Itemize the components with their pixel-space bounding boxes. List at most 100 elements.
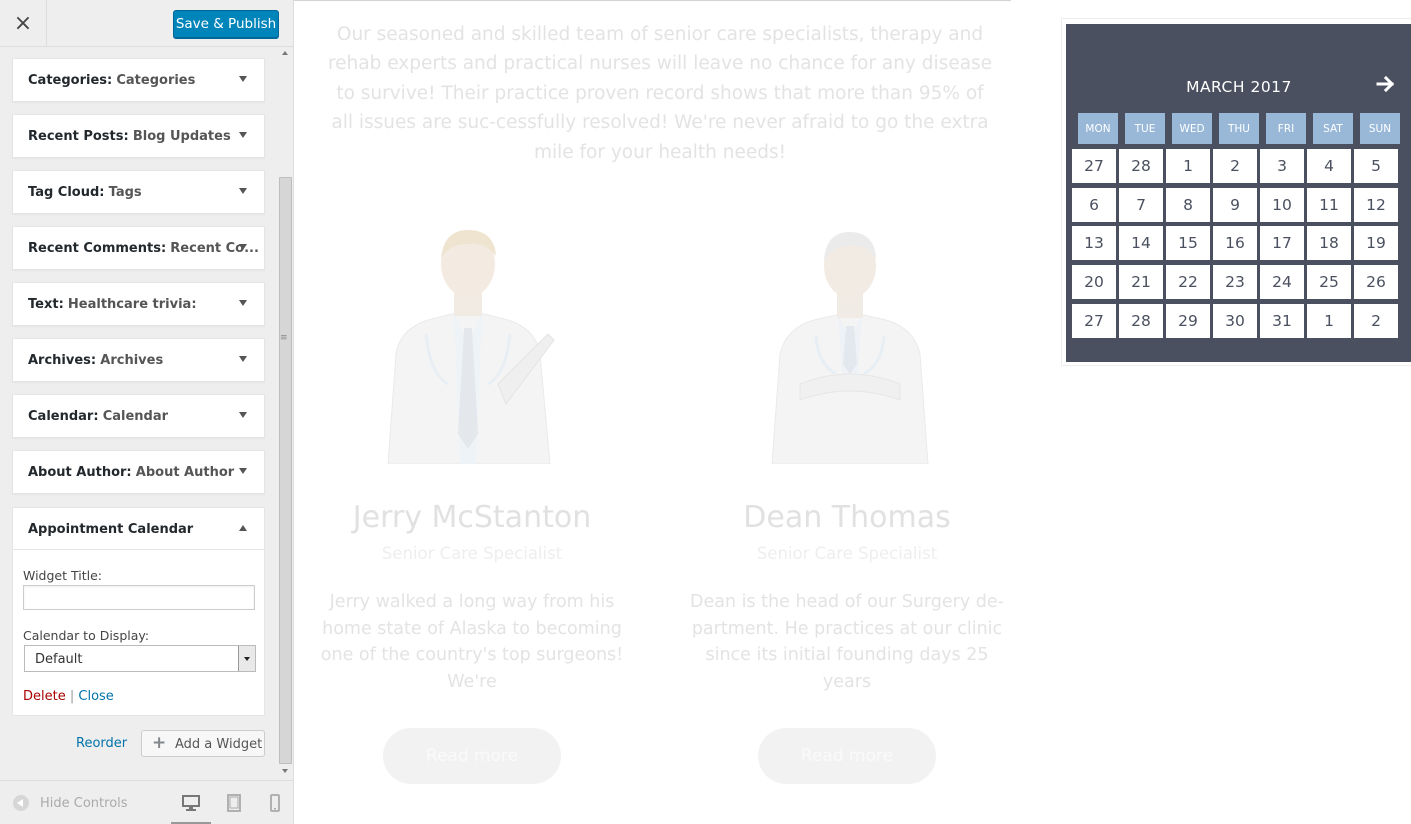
calendar-day[interactable]: 27 xyxy=(1072,149,1116,183)
collapse-arrow-icon[interactable] xyxy=(239,525,247,531)
expand-arrow-icon[interactable] xyxy=(239,356,247,362)
widget-title: Calendar: Calendar xyxy=(28,409,169,424)
widget-header[interactable]: Appointment Calendar xyxy=(13,508,264,550)
mobile-icon[interactable] xyxy=(265,793,285,813)
reorder-link[interactable]: Reorder xyxy=(76,736,127,751)
calendar-day[interactable]: 22 xyxy=(1166,265,1210,299)
close-link[interactable]: Close xyxy=(78,689,113,704)
desktop-icon[interactable] xyxy=(181,793,201,813)
calendar-day[interactable]: 19 xyxy=(1354,226,1398,260)
plus-icon: + xyxy=(152,733,167,753)
scroll-grip-icon: ≡ xyxy=(280,333,288,343)
scroll-thumb[interactable] xyxy=(279,177,292,764)
calendar-day[interactable]: 27 xyxy=(1072,304,1116,338)
calendar-day[interactable]: 3 xyxy=(1260,149,1304,183)
calendar-day[interactable]: 10 xyxy=(1260,188,1304,222)
expand-arrow-icon[interactable] xyxy=(239,244,247,250)
widget-instance-title: Categories xyxy=(116,73,196,88)
read-more-button[interactable]: Read more xyxy=(383,728,561,784)
calendar-day[interactable]: 25 xyxy=(1307,265,1351,299)
widget-instance-title: Blog Updates xyxy=(132,129,231,144)
calendar-day[interactable]: 12 xyxy=(1354,188,1398,222)
widget-tag-cloud[interactable]: Tag Cloud: Tags xyxy=(12,170,265,214)
calendar-day[interactable]: 15 xyxy=(1166,226,1210,260)
calendar-day[interactable]: 1 xyxy=(1166,149,1210,183)
calendar-day[interactable]: 24 xyxy=(1260,265,1304,299)
weekday-label: WED xyxy=(1172,113,1212,144)
calendar-day[interactable]: 30 xyxy=(1213,304,1257,338)
calendar-day[interactable]: 28 xyxy=(1119,304,1163,338)
divider xyxy=(294,0,1011,1)
weekday-label: SUN xyxy=(1360,113,1400,144)
doctor-role: Senior Care Specialist xyxy=(381,544,563,563)
arrow-right-icon[interactable] xyxy=(1374,72,1398,96)
calendar-day[interactable]: 2 xyxy=(1354,304,1398,338)
doctor-photo-jerry xyxy=(387,230,555,464)
widget-text[interactable]: Text: Healthcare trivia: xyxy=(12,282,265,326)
doctor-role: Senior Care Specialist xyxy=(756,544,938,563)
scroll-down-arrow-icon[interactable] xyxy=(282,769,288,773)
add-widget-label: Add a Widget xyxy=(175,737,263,752)
widget-calendar[interactable]: Calendar: Calendar xyxy=(12,394,265,438)
calendar-day[interactable]: 5 xyxy=(1354,149,1398,183)
widget-recent-posts[interactable]: Recent Posts: Blog Updates xyxy=(12,114,265,158)
widget-appointment-calendar: Appointment Calendar Widget Title: Calen… xyxy=(12,507,265,716)
save-publish-button[interactable]: Save & Publish xyxy=(173,10,279,38)
calendar-day[interactable]: 2 xyxy=(1213,149,1257,183)
calendar-day[interactable]: 21 xyxy=(1119,265,1163,299)
calendar-day[interactable]: 9 xyxy=(1213,188,1257,222)
calendar-day[interactable]: 28 xyxy=(1119,149,1163,183)
expand-arrow-icon[interactable] xyxy=(239,188,247,194)
calendar-display-select[interactable]: Default xyxy=(24,645,256,672)
scroll-up-arrow-icon[interactable] xyxy=(282,51,288,55)
close-customizer-button[interactable]: × xyxy=(0,0,47,46)
calendar-day[interactable]: 7 xyxy=(1119,188,1163,222)
calendar-day[interactable]: 16 xyxy=(1213,226,1257,260)
widget-type: Calendar xyxy=(28,409,94,424)
add-widget-button[interactable]: + Add a Widget xyxy=(141,730,265,757)
doctor-bio: Dean is the head of our Surgery de-partm… xyxy=(690,592,1004,693)
calendar-day[interactable]: 17 xyxy=(1260,226,1304,260)
widget-title: Recent Comments: Recent Co... xyxy=(28,241,259,256)
widget-recent-comments[interactable]: Recent Comments: Recent Co... xyxy=(12,226,265,270)
doctor-bio: Jerry walked a long way from his home st… xyxy=(320,592,624,693)
calendar-day[interactable]: 6 xyxy=(1072,188,1116,222)
delete-link[interactable]: Delete xyxy=(23,689,66,704)
read-more-button[interactable]: Read more xyxy=(758,728,936,784)
widget-type: Appointment Calendar xyxy=(28,522,194,537)
tablet-icon[interactable] xyxy=(224,793,244,813)
calendar-day[interactable]: 4 xyxy=(1307,149,1351,183)
calendar-day[interactable]: 11 xyxy=(1307,188,1351,222)
widget-title: Tag Cloud: Tags xyxy=(28,185,142,200)
calendar-day[interactable]: 23 xyxy=(1213,265,1257,299)
team-intro-text: Our seasoned and skilled team of senior … xyxy=(327,24,993,163)
widget-title-input[interactable] xyxy=(23,585,255,610)
customizer-header: × Save & Publish xyxy=(0,0,293,47)
hide-controls-button[interactable]: Hide Controls xyxy=(13,795,128,811)
calendar-day[interactable]: 26 xyxy=(1354,265,1398,299)
chevron-down-icon[interactable] xyxy=(238,646,255,671)
calendar-day[interactable]: 20 xyxy=(1072,265,1116,299)
select-value: Default xyxy=(35,652,83,667)
sidebar-scrollbar[interactable]: ≡ xyxy=(278,47,293,780)
widget-about-author[interactable]: About Author: About Author xyxy=(12,450,265,494)
widget-archives[interactable]: Archives: Archives xyxy=(12,338,265,382)
calendar-day[interactable]: 14 xyxy=(1119,226,1163,260)
calendar-day[interactable]: 13 xyxy=(1072,226,1116,260)
expand-arrow-icon[interactable] xyxy=(239,300,247,306)
calendar-day[interactable]: 31 xyxy=(1260,304,1304,338)
widget-categories[interactable]: Categories: Categories xyxy=(12,58,265,102)
calendar-month-title: MARCH 2017 xyxy=(1186,78,1292,96)
calendar-day[interactable]: 1 xyxy=(1307,304,1351,338)
widget-title: About Author: About Author xyxy=(28,465,235,480)
expand-arrow-icon[interactable] xyxy=(239,132,247,138)
expand-arrow-icon[interactable] xyxy=(239,468,247,474)
collapse-left-icon xyxy=(13,795,29,811)
calendar-day[interactable]: 29 xyxy=(1166,304,1210,338)
calendar-display-label: Calendar to Display: xyxy=(23,628,150,643)
widget-list: Categories: Categories Recent Posts: Blo… xyxy=(0,47,293,780)
expand-arrow-icon[interactable] xyxy=(239,412,247,418)
calendar-day[interactable]: 8 xyxy=(1166,188,1210,222)
expand-arrow-icon[interactable] xyxy=(239,76,247,82)
calendar-day[interactable]: 18 xyxy=(1307,226,1351,260)
